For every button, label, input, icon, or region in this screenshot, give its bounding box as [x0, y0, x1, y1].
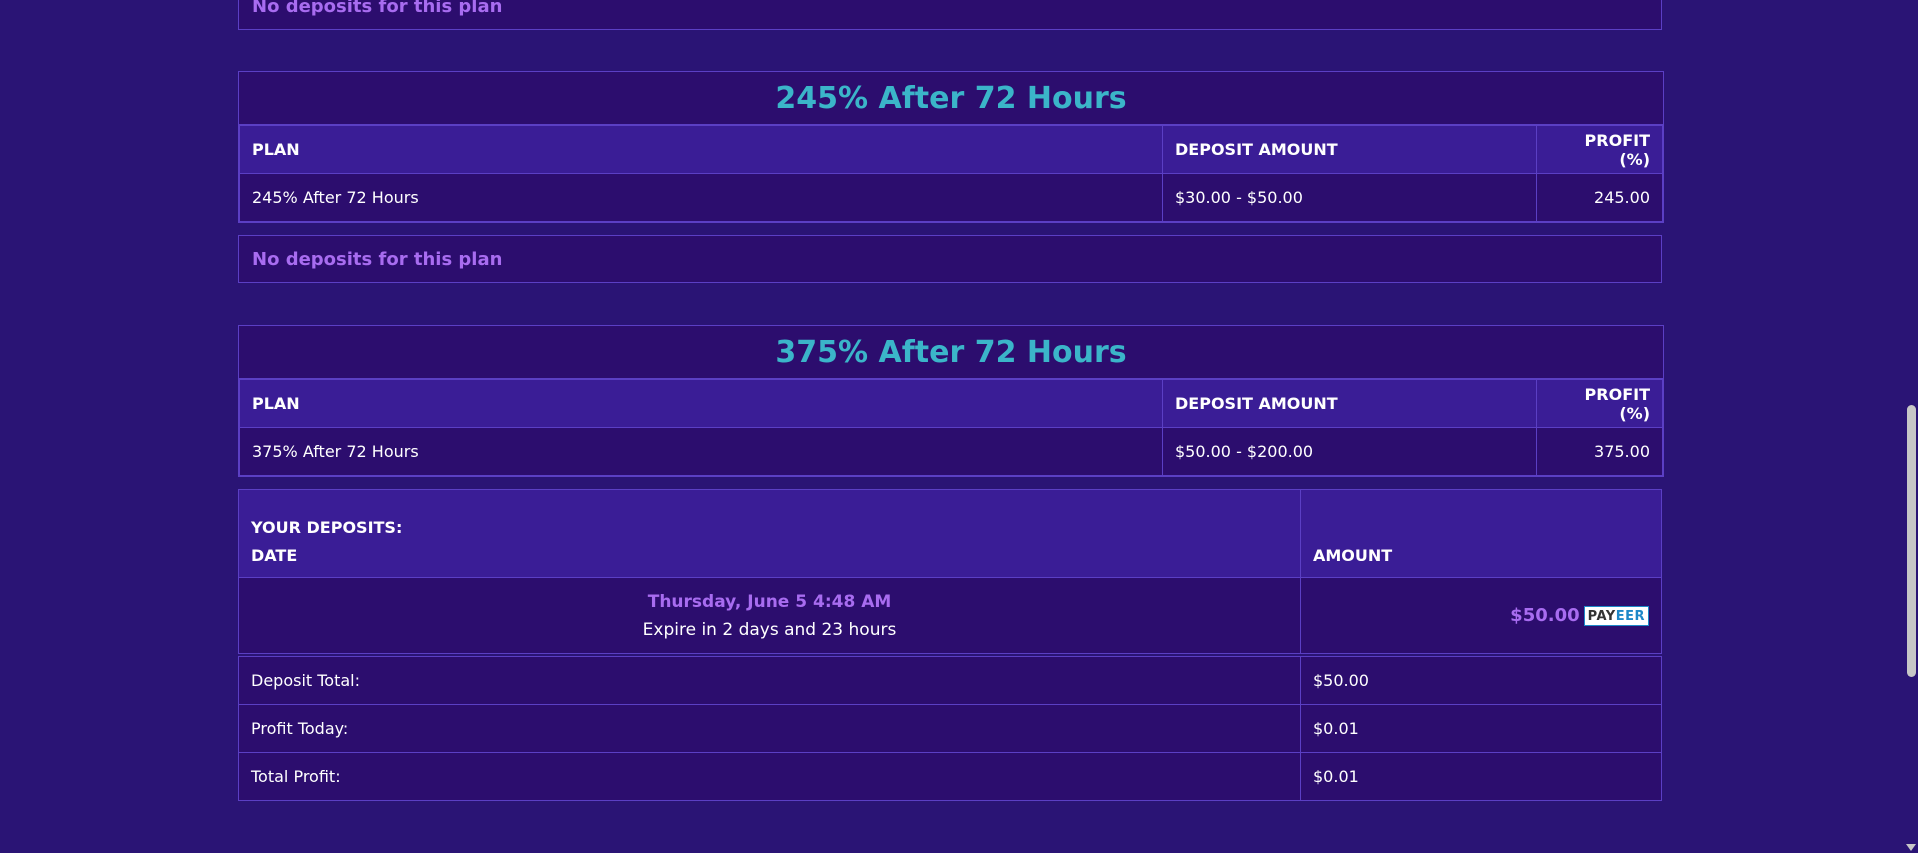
col-header-deposit-amount: DEPOSIT AMOUNT	[1162, 379, 1537, 428]
plan-card-375: 375% After 72 Hours PLAN DEPOSIT AMOUNT …	[238, 325, 1664, 477]
plan-no-deposits-notice: No deposits for this plan	[238, 235, 1662, 283]
cell-profit: 375.00	[1536, 427, 1663, 476]
table-row: Profit Today: $0.01	[238, 704, 1662, 753]
col-header-plan: PLAN	[239, 125, 1163, 174]
deposit-amount-cell: $50.00 PAY EER	[1300, 577, 1662, 654]
deposits-table: YOUR DEPOSITS: DATE AMOUNT Thursday, Jun…	[238, 489, 1662, 654]
col-header-profit: PROFIT (%)	[1536, 125, 1663, 174]
total-label: Deposit Total:	[238, 656, 1301, 705]
no-deposits-text: No deposits for this plan	[252, 248, 503, 270]
plan-table: PLAN DEPOSIT AMOUNT PROFIT (%) 375% Afte…	[239, 379, 1663, 476]
total-label: Profit Today:	[238, 704, 1301, 753]
plan-title: 375% After 72 Hours	[239, 326, 1663, 379]
deposit-amount: $50.00	[1510, 605, 1580, 626]
cell-deposit-range: $30.00 - $50.00	[1162, 173, 1537, 222]
total-value: $0.01	[1300, 704, 1662, 753]
table-row: Deposit Total: $50.00	[238, 656, 1662, 705]
col-header-deposit-amount: DEPOSIT AMOUNT	[1162, 125, 1537, 174]
cell-plan-name: 245% After 72 Hours	[239, 173, 1163, 222]
totals-table: Deposit Total: $50.00 Profit Today: $0.0…	[238, 656, 1662, 801]
total-value: $0.01	[1300, 752, 1662, 801]
col-header-plan: PLAN	[239, 379, 1163, 428]
col-header-amount: AMOUNT	[1300, 489, 1662, 578]
plan-table-header: PLAN DEPOSIT AMOUNT PROFIT (%)	[239, 379, 1663, 428]
deposit-date-cell: Thursday, June 5 4:48 AM Expire in 2 day…	[238, 577, 1301, 654]
your-deposits-table: YOUR DEPOSITS: DATE AMOUNT Thursday, Jun…	[238, 489, 1662, 654]
col-header-date: DATE	[251, 546, 298, 565]
col-header-profit: PROFIT (%)	[1536, 379, 1663, 428]
no-deposits-text: No deposits for this plan	[252, 0, 503, 17]
your-deposits-heading: YOUR DEPOSITS:	[251, 518, 403, 537]
cell-deposit-range: $50.00 - $200.00	[1162, 427, 1537, 476]
deposit-totals-table: Deposit Total: $50.00 Profit Today: $0.0…	[238, 656, 1662, 801]
deposit-expire: Expire in 2 days and 23 hours	[642, 619, 897, 640]
table-row: 245% After 72 Hours $30.00 - $50.00 245.…	[239, 173, 1663, 222]
total-label: Total Profit:	[238, 752, 1301, 801]
plan-table: PLAN DEPOSIT AMOUNT PROFIT (%) 245% Afte…	[239, 125, 1663, 222]
table-row: 375% After 72 Hours $50.00 - $200.00 375…	[239, 427, 1663, 476]
table-row: Thursday, June 5 4:48 AM Expire in 2 day…	[238, 577, 1662, 654]
payeer-logo-icon: PAY EER	[1583, 606, 1649, 626]
scrollbar-thumb[interactable]	[1907, 405, 1916, 677]
scroll-down-arrow-icon[interactable]	[1906, 844, 1916, 851]
plan-card-245: 245% After 72 Hours PLAN DEPOSIT AMOUNT …	[238, 71, 1664, 223]
plan-no-deposits-notice: No deposits for this plan	[238, 0, 1662, 30]
deposits-header-row: YOUR DEPOSITS: DATE AMOUNT	[238, 489, 1662, 578]
table-row: Total Profit: $0.01	[238, 752, 1662, 801]
cell-plan-name: 375% After 72 Hours	[239, 427, 1163, 476]
total-value: $50.00	[1300, 656, 1662, 705]
deposits-date-header: YOUR DEPOSITS: DATE	[238, 489, 1301, 578]
cell-profit: 245.00	[1536, 173, 1663, 222]
plan-table-header: PLAN DEPOSIT AMOUNT PROFIT (%)	[239, 125, 1663, 174]
page-scrollbar[interactable]	[1904, 0, 1918, 853]
deposit-date: Thursday, June 5 4:48 AM	[647, 591, 892, 612]
plan-title: 245% After 72 Hours	[239, 72, 1663, 125]
